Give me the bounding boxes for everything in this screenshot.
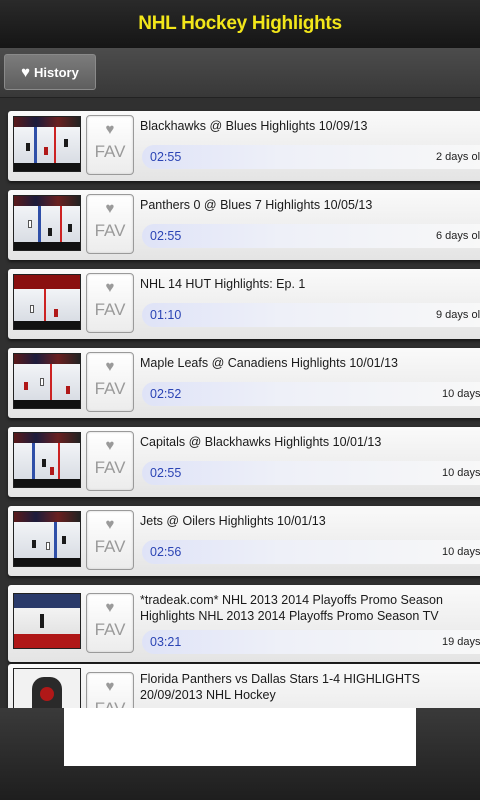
video-duration: 01:10 (150, 308, 182, 322)
video-age: 2 days old (436, 151, 480, 163)
heart-icon: ♥ (105, 200, 115, 217)
video-meta: 03:21 19 days old (142, 630, 480, 654)
video-thumbnail[interactable] (13, 116, 81, 172)
history-label: History (34, 64, 79, 80)
video-meta: 02:55 10 days old (142, 461, 480, 485)
video-meta: 02:55 6 days old (142, 224, 480, 248)
heart-icon: ♥ (105, 678, 115, 695)
video-thumbnail[interactable] (13, 432, 81, 488)
video-list[interactable]: ♥ FAV Blackhawks @ Blues Highlights 10/0… (0, 98, 480, 708)
fav-label: FAV (94, 620, 126, 639)
video-age: 6 days old (436, 230, 480, 242)
heart-icon: ♥ (105, 279, 115, 296)
fav-label: FAV (94, 458, 126, 477)
video-thumbnail[interactable] (13, 353, 81, 409)
video-title: Florida Panthers vs Dallas Stars 1-4 HIG… (140, 672, 420, 702)
video-item[interactable]: ♥ FAV Jets @ Oilers Highlights 10/01/13 … (8, 506, 480, 576)
fav-button[interactable]: ♥ FAV (86, 510, 134, 570)
video-title: *tradeak.com* NHL 2013 2014 Playoffs Pro… (140, 593, 443, 623)
heart-icon: ♥ (105, 516, 115, 533)
video-item[interactable]: ♥ FAV Panthers 0 @ Blues 7 Highlights 10… (8, 190, 480, 260)
video-title: Maple Leafs @ Canadiens Highlights 10/01… (140, 356, 398, 370)
video-item[interactable]: ♥ FAV NHL 14 HUT Highlights: Ep. 1 01:10… (8, 269, 480, 339)
video-item[interactable]: ♥ FAV Blackhawks @ Blues Highlights 10/0… (8, 111, 480, 181)
fav-label: FAV (94, 537, 126, 556)
video-title: Panthers 0 @ Blues 7 Highlights 10/05/13 (140, 198, 373, 212)
heart-icon: ♥ (105, 437, 115, 454)
fav-button[interactable]: ♥ FAV (86, 431, 134, 491)
video-thumbnail[interactable] (13, 593, 81, 649)
video-item[interactable]: ♥ FAV Florida Panthers vs Dallas Stars 1… (8, 664, 480, 708)
fav-button[interactable]: ♥ FAV (86, 194, 134, 254)
fav-label: FAV (94, 221, 126, 240)
heart-icon: ♥ (105, 599, 115, 616)
app-title-bar: NHL Hockey Highlights (0, 0, 480, 48)
heart-icon: ♥ (105, 121, 115, 138)
history-button[interactable]: ♥ History (4, 54, 96, 90)
video-meta: 02:56 10 days old (142, 540, 480, 564)
heart-icon: ♥ (105, 358, 115, 375)
fav-label: FAV (94, 300, 126, 319)
video-meta: 02:52 10 days old (142, 382, 480, 406)
video-age: 19 days old (442, 636, 480, 648)
heart-icon: ♥ (21, 63, 31, 81)
video-title: Capitals @ Blackhawks Highlights 10/01/1… (140, 435, 382, 449)
video-title: Jets @ Oilers Highlights 10/01/13 (140, 514, 326, 528)
fav-button[interactable]: ♥ FAV (86, 593, 134, 653)
video-duration: 02:52 (150, 387, 182, 401)
video-age: 10 days old (442, 388, 480, 400)
video-item[interactable]: ♥ FAV Maple Leafs @ Canadiens Highlights… (8, 348, 480, 418)
fav-button[interactable]: ♥ FAV (86, 352, 134, 412)
toolbar: ♥ History (0, 48, 480, 98)
bottom-bar (0, 708, 480, 800)
video-age: 10 days old (442, 467, 480, 479)
fav-button[interactable]: ♥ FAV (86, 672, 134, 708)
video-thumbnail[interactable] (13, 668, 81, 708)
fav-button[interactable]: ♥ FAV (86, 273, 134, 333)
video-duration: 02:55 (150, 466, 182, 480)
video-duration: 02:56 (150, 545, 182, 559)
video-age: 10 days old (442, 546, 480, 558)
ad-banner[interactable] (64, 708, 416, 766)
video-thumbnail[interactable] (13, 511, 81, 567)
video-thumbnail[interactable] (13, 274, 81, 330)
video-title: Blackhawks @ Blues Highlights 10/09/13 (140, 119, 368, 133)
fav-label: FAV (94, 142, 126, 161)
video-age: 9 days old (436, 309, 480, 321)
fav-button[interactable]: ♥ FAV (86, 115, 134, 175)
video-meta: 02:55 2 days old (142, 145, 480, 169)
fav-label: FAV (94, 379, 126, 398)
app-title: NHL Hockey Highlights (138, 13, 342, 34)
video-item[interactable]: ♥ FAV *tradeak.com* NHL 2013 2014 Playof… (8, 585, 480, 662)
video-duration: 02:55 (150, 150, 182, 164)
video-meta: 01:10 9 days old (142, 303, 480, 327)
video-duration: 02:55 (150, 229, 182, 243)
video-item[interactable]: ♥ FAV Capitals @ Blackhawks Highlights 1… (8, 427, 480, 497)
video-thumbnail[interactable] (13, 195, 81, 251)
video-title: NHL 14 HUT Highlights: Ep. 1 (140, 277, 306, 291)
video-duration: 03:21 (150, 635, 182, 649)
fav-label: FAV (87, 699, 133, 708)
